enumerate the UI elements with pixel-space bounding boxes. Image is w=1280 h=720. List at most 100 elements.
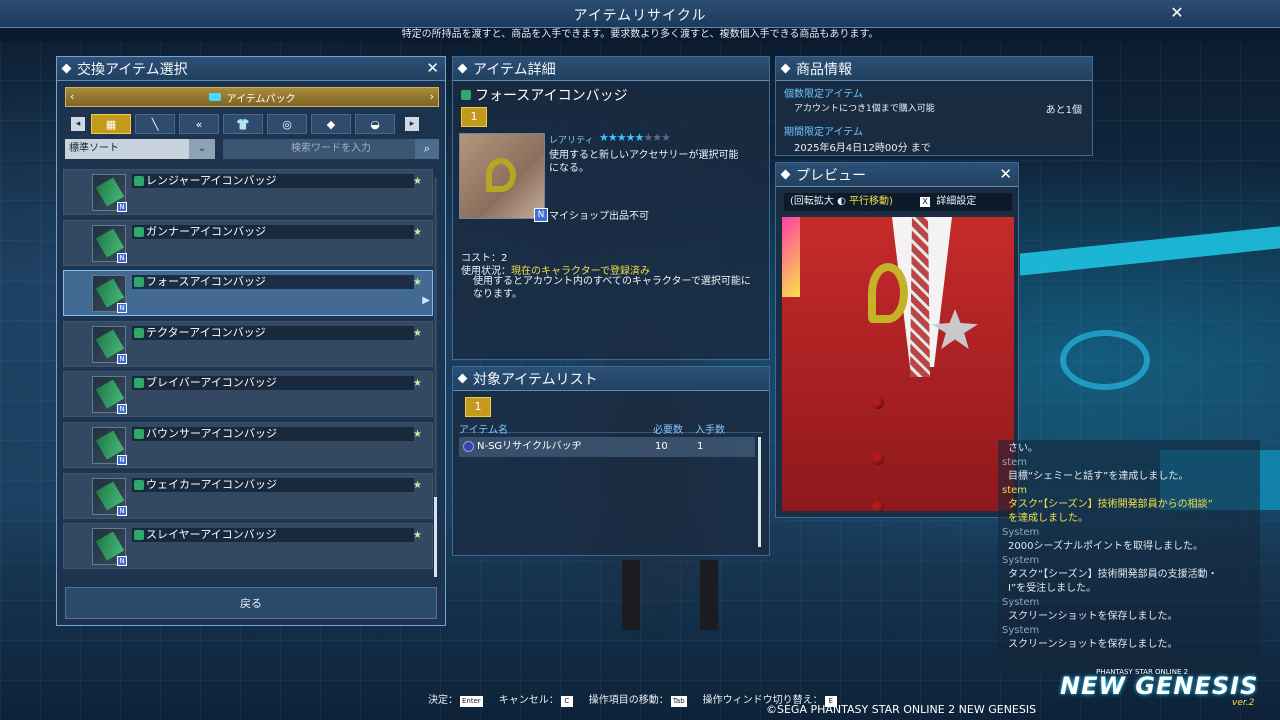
grid-icon: ▦	[105, 117, 117, 131]
enter-key-icon: Enter	[460, 696, 483, 707]
chat-sender: System	[1002, 597, 1040, 608]
accessory-icon	[134, 428, 144, 439]
list-item-selected[interactable]: N フォースアイコンバッジ ★ ▶	[63, 270, 433, 317]
help-move: 操作項目の移動： Tab	[588, 695, 687, 707]
item-thumbnail: N	[92, 477, 127, 516]
category-prev-key-icon[interactable]: ◂	[71, 117, 85, 131]
item-name: ガンナーアイコンバッジ	[132, 224, 414, 239]
chevron-right-icon[interactable]: ›	[430, 90, 434, 103]
ring-icon: ◎	[282, 117, 292, 131]
star-empty-icon: ★	[652, 131, 662, 144]
item-image: N	[459, 133, 548, 222]
registered-star-icon: ★	[413, 327, 422, 339]
tab-all[interactable]: ▦	[91, 114, 131, 134]
detail-settings-button[interactable]: 詳細設定	[936, 196, 976, 207]
chat-message: さい。	[1008, 443, 1038, 454]
table-row[interactable]: N-SGリサイクルバッヂ 10 1	[459, 437, 755, 457]
panel-title: プレビュー	[796, 167, 866, 184]
mouse-icon: ◐	[837, 196, 849, 207]
quantity-tag: 1	[461, 107, 487, 127]
character-preview-image[interactable]	[782, 217, 1014, 511]
limit-label: 個数限定アイテム	[784, 89, 863, 100]
panel-header: 対象アイテムリスト	[453, 367, 769, 391]
close-icon[interactable]: ✕	[1166, 3, 1188, 25]
item-thumbnail: N	[92, 174, 127, 212]
item-thumbnail: N	[92, 325, 127, 364]
chat-message: タスク“【シーズン】技術開発部員の支援活動・	[1008, 569, 1218, 580]
list-item[interactable]: N ウェイカーアイコンバッジ ★	[63, 472, 433, 519]
star-empty-icon: ★	[643, 131, 653, 144]
accessory-icon	[134, 176, 144, 186]
tab-unit[interactable]: «	[179, 114, 219, 134]
row-required: 10	[655, 441, 668, 452]
row-obtain: 1	[697, 441, 704, 452]
panel-title: 交換アイテム選択	[77, 61, 188, 78]
category-next-key-icon[interactable]: ▸	[405, 117, 419, 131]
item-description: 使用すると新しいアクセサリーが選択可能になる。	[549, 150, 739, 174]
item-name: バウンサーアイコンバッジ	[132, 426, 414, 441]
window-subtitle-bar: 特定の所持品を渡すと、商品を入手できます。要求数より多く渡すと、複数個入手できる…	[0, 28, 1280, 42]
star-filled-icon: ★	[616, 131, 627, 144]
chat-message: タスク“【シーズン】技術開発部員からの相談”	[1008, 499, 1213, 510]
scrollbar-thumb[interactable]	[434, 497, 437, 577]
close-icon[interactable]: ✕	[426, 59, 439, 77]
help-confirm: 決定： Enter	[428, 695, 483, 707]
window-title-bar: アイテムリサイクル ✕	[0, 0, 1280, 28]
window-title: アイテムリサイクル	[573, 8, 707, 24]
item-name: フォースアイコンバッジ	[132, 275, 414, 290]
item-thumbnail: N	[92, 275, 127, 314]
recycle-badge-icon	[463, 441, 474, 452]
tab-weapon[interactable]: ╲	[135, 114, 175, 134]
tab-material[interactable]: ◆	[311, 114, 351, 134]
item-thumbnail: N	[92, 224, 127, 263]
copyright: ©SEGA PHANTASY STAR ONLINE 2 NEW GENESIS	[766, 703, 1037, 716]
search-input[interactable]: 検索ワードを入力 ⌕	[223, 139, 439, 159]
list-item[interactable]: N ブレイバーアイコンバッジ ★	[63, 371, 433, 418]
tab-costume[interactable]: 👕	[223, 114, 263, 134]
limit-remaining: あと1個	[1045, 105, 1082, 116]
tab-consumable[interactable]: ◒	[355, 114, 395, 134]
list-scrollbar[interactable]	[434, 177, 437, 577]
sort-label: 標準ソート	[69, 143, 119, 154]
limit-desc: アカウントにつき1個まで購入可能	[794, 104, 935, 114]
search-icon[interactable]: ⌕	[415, 139, 439, 159]
list-item[interactable]: N ガンナーアイコンバッジ ★	[63, 219, 433, 266]
tab-accessory[interactable]: ◎	[267, 114, 307, 134]
chat-message: を達成しました。	[1008, 513, 1088, 524]
column-header-obtain: 入手数	[695, 425, 725, 436]
c-key-icon: C	[560, 696, 573, 707]
game-logo: NEW GENESIS	[1060, 672, 1259, 700]
background-ring	[1060, 330, 1150, 390]
close-icon[interactable]: ✕	[999, 165, 1012, 183]
list-item[interactable]: N テクターアイコンバッジ ★	[63, 320, 433, 367]
star-filled-icon: ★	[625, 131, 636, 144]
target-item-list-panel: 対象アイテムリスト 1 アイテム名 必要数 入手数 N-SGリサイクルバッヂ 1…	[452, 366, 770, 556]
quantity-tag: 1	[465, 397, 491, 417]
registered-star-icon: ★	[413, 530, 422, 542]
game-logo-version: ver.2	[1232, 698, 1255, 708]
tab-key-icon: Tab	[670, 696, 687, 707]
chevron-down-icon: ⌄	[189, 139, 215, 159]
list-item[interactable]: N レンジャーアイコンバッジ ★	[63, 169, 433, 215]
search-placeholder: 検索ワードを入力	[291, 143, 371, 154]
accessory-icon	[134, 378, 144, 389]
item-thumbnail: N	[92, 376, 127, 415]
list-item[interactable]: N バウンサーアイコンバッジ ★	[63, 421, 433, 468]
registered-star-icon: ★	[413, 428, 422, 440]
sort-select[interactable]: 標準ソート ⌄	[65, 139, 215, 159]
chevron-left-icon[interactable]: ‹	[70, 90, 74, 103]
chat-message: 2000シーズナルポイントを取得しました。	[1008, 541, 1203, 552]
star-empty-icon: ★	[661, 131, 671, 144]
list-item[interactable]: N スレイヤーアイコンバッジ ★	[63, 523, 433, 570]
table-header: アイテム名 必要数 入手数	[459, 421, 763, 436]
item-bag-selector[interactable]: ‹ アイテムパック ›	[65, 87, 439, 107]
period-label: 期間限定アイテム	[784, 127, 863, 138]
background-character-leg	[622, 560, 640, 630]
back-button[interactable]: 戻る	[65, 587, 437, 619]
preview-controls: (回転拡大 ◐ 平行移動) X 詳細設定	[784, 193, 1012, 211]
panel-header: 商品情報	[776, 57, 1092, 81]
chat-log: さい。 stem 目標“シェミーと話す”を達成しました。 stem タスク“【シーズン】…	[998, 440, 1260, 674]
registered-star-icon: ★	[413, 378, 422, 390]
chat-sender: stem	[1002, 457, 1028, 468]
list-scrollbar[interactable]	[758, 437, 761, 547]
